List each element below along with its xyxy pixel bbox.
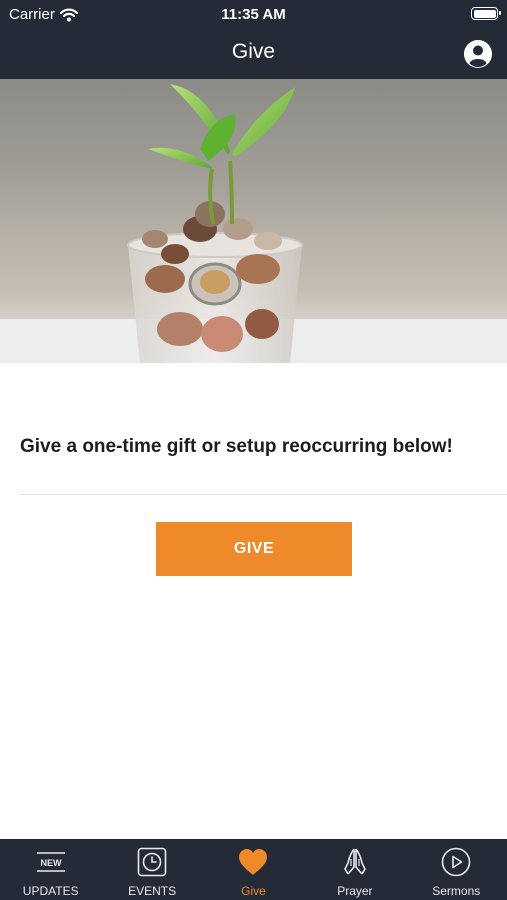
profile-button[interactable] (464, 40, 492, 68)
tab-events[interactable]: EVENTS (101, 839, 202, 900)
tab-prayer[interactable]: Prayer (304, 839, 405, 900)
battery-icon (471, 7, 501, 20)
tab-updates[interactable]: NEW UPDATES (0, 839, 101, 900)
tab-give-label: Give (241, 884, 266, 898)
clock-icon (101, 846, 202, 878)
page-title: Give (231, 40, 276, 63)
tab-bar: NEW UPDATES EVENTS Give Prayer Sermons (0, 839, 507, 900)
tab-give[interactable]: Give (203, 839, 304, 900)
plant-in-coins-illustration (0, 84, 507, 363)
new-badge-icon: NEW (0, 846, 101, 878)
tab-sermons-label: Sermons (432, 884, 481, 898)
give-headline: Give a one-time gift or setup reoccurrin… (20, 436, 453, 457)
navigation-bar: Carrier 11:35 AM Give (0, 0, 507, 79)
tab-events-label: EVENTS (128, 884, 177, 898)
praying-hands-icon (304, 846, 405, 878)
status-bar: Carrier 11:35 AM (0, 0, 507, 28)
hero-image (0, 79, 507, 363)
heart-icon (203, 846, 304, 878)
tab-sermons[interactable]: Sermons (406, 839, 507, 900)
new-badge-text: NEW (40, 858, 62, 868)
status-time: 11:35 AM (221, 6, 286, 23)
person-icon (464, 40, 492, 68)
tab-updates-label: UPDATES (22, 884, 79, 898)
tab-prayer-label: Prayer (337, 884, 373, 898)
play-circle-icon (406, 846, 507, 878)
give-button[interactable]: GIVE (156, 522, 352, 576)
divider (20, 494, 507, 495)
